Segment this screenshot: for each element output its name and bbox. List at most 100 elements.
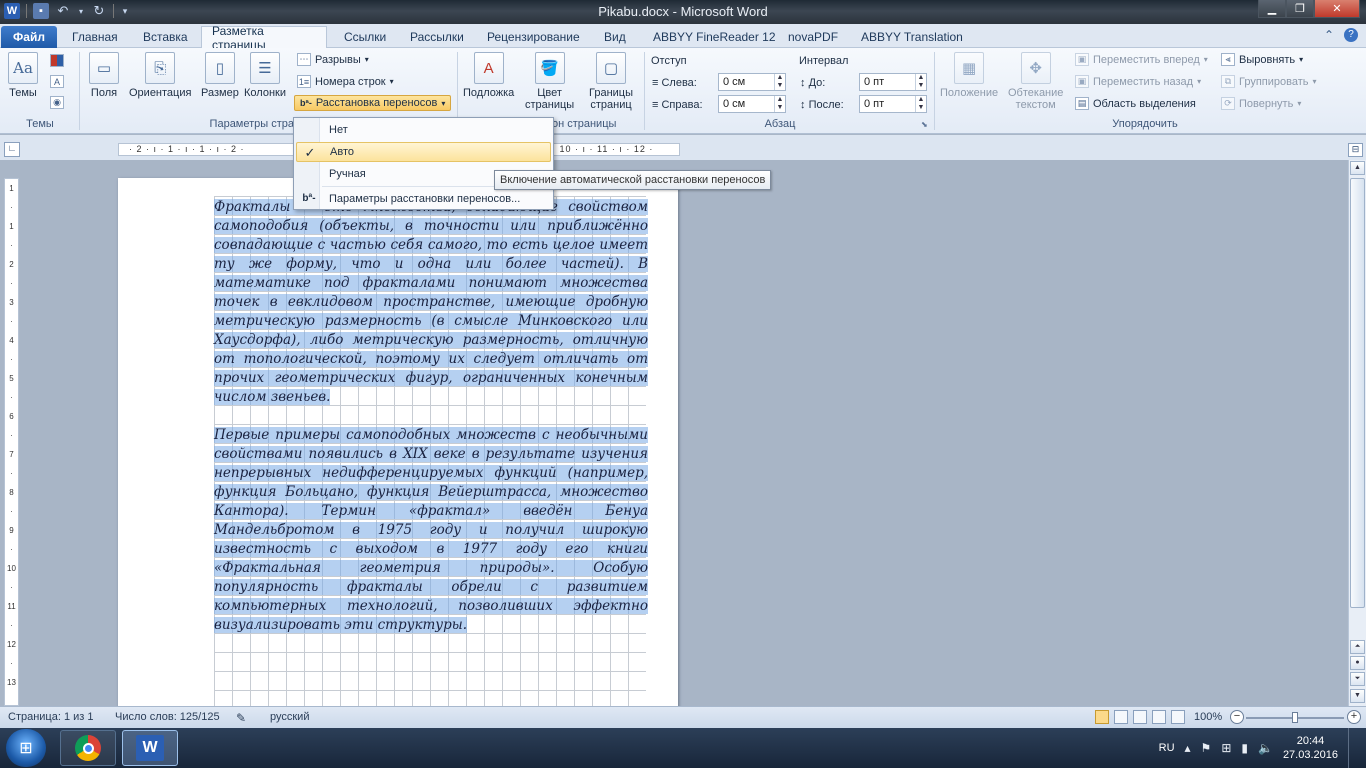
scroll-thumb[interactable] xyxy=(1350,178,1365,608)
proofing-icon[interactable]: ✎ xyxy=(236,711,246,725)
orientation-button[interactable]: ⎘ Ориентация xyxy=(129,52,191,99)
line-numbers-button[interactable]: 1≡ Номера строк ▾ xyxy=(297,75,394,88)
network-icon[interactable]: ▮ xyxy=(1241,741,1248,755)
spinner-icon[interactable]: ▲ ▼ xyxy=(774,74,785,90)
spinner-icon[interactable]: ▲ ▼ xyxy=(915,74,926,90)
action-center-flag-icon[interactable]: ⚑ xyxy=(1201,741,1212,755)
watermark-button[interactable]: A Подложка xyxy=(463,52,514,99)
ruler-mark: 12 xyxy=(7,640,16,649)
size-button[interactable]: ▯ Размер xyxy=(201,52,239,99)
tab-home[interactable]: Главная xyxy=(62,26,128,48)
zoom-in-icon[interactable]: + xyxy=(1347,710,1361,724)
close-button[interactable]: ✕ xyxy=(1314,0,1360,18)
margins-button[interactable]: ▭ Поля xyxy=(89,52,119,99)
full-screen-reading-view-icon[interactable] xyxy=(1114,710,1128,724)
send-backward-button[interactable]: ▣ Переместить назад ▾ xyxy=(1075,75,1201,88)
tab-insert[interactable]: Вставка xyxy=(133,26,198,48)
indent-left-icon: ≡ xyxy=(652,77,659,89)
spacing-after-field[interactable]: 0 пт ▲ ▼ xyxy=(859,95,927,113)
spacing-before-field[interactable]: 0 пт ▲ ▼ xyxy=(859,73,927,91)
position-button[interactable]: ▦ Положение xyxy=(940,52,998,99)
selection-pane-button[interactable]: ▤ Область выделения xyxy=(1075,97,1196,110)
page-color-button[interactable]: 🪣 Цвет страницы xyxy=(525,52,574,111)
page-borders-button[interactable]: ▢ Границы страниц xyxy=(589,52,633,111)
tab-selector-icon[interactable]: ∟ xyxy=(4,142,20,157)
bring-forward-button[interactable]: ▣ Переместить вперед ▾ xyxy=(1075,53,1208,66)
ruler-mark: 8 xyxy=(9,488,14,497)
tab-review[interactable]: Рецензирование xyxy=(477,26,590,48)
ruler-mark: 1 xyxy=(9,222,14,231)
language-indicator[interactable]: русский xyxy=(270,711,309,723)
taskbar-word[interactable]: W xyxy=(122,730,178,766)
rotate-button[interactable]: ⟳ Повернуть ▾ xyxy=(1221,97,1301,110)
previous-page-icon[interactable]: ⏶ xyxy=(1350,640,1365,654)
spinner-icon[interactable]: ▲ ▼ xyxy=(915,96,926,112)
tab-page-layout[interactable]: Разметка страницы xyxy=(201,24,327,52)
hyphenation-button[interactable]: bª- Расстановка переносов ▾ xyxy=(294,95,452,111)
wrap-text-button[interactable]: ✥ Обтекание текстом xyxy=(1008,52,1063,111)
align-button[interactable]: ⫷ Выровнять ▾ xyxy=(1221,53,1303,66)
hyphenation-none-item[interactable]: Нет xyxy=(296,120,551,140)
show-hidden-icons-icon[interactable]: ▴ xyxy=(1185,741,1191,755)
tab-file[interactable]: Файл xyxy=(1,26,57,48)
hyphenation-options-item[interactable]: bª- Параметры расстановки переносов... xyxy=(296,189,551,209)
breaks-icon: ⋯ xyxy=(297,53,311,66)
word-count[interactable]: Число слов: 125/125 xyxy=(115,711,220,723)
tab-mailings[interactable]: Рассылки xyxy=(400,26,474,48)
vertical-ruler[interactable]: 1 · 1 · 2 · 3 · 4 · 5 · 6 · 7 · 8 · 9 · 10 · 11 · 12 · 13 xyxy=(4,178,19,706)
ruler-mark: 4 xyxy=(9,336,14,345)
hyphenation-options-icon: bª- xyxy=(302,193,316,204)
page-count[interactable]: Страница: 1 из 1 xyxy=(8,711,94,723)
browse-object-icon[interactable]: ● xyxy=(1350,656,1365,670)
taskbar-chrome[interactable] xyxy=(60,730,116,766)
zoom-out-icon[interactable]: − xyxy=(1230,710,1244,724)
scroll-down-icon[interactable]: ▼ xyxy=(1350,689,1365,703)
tab-references[interactable]: Ссылки xyxy=(334,26,396,48)
draft-view-icon[interactable] xyxy=(1171,710,1185,724)
web-layout-view-icon[interactable] xyxy=(1133,710,1147,724)
zoom-level[interactable]: 100% xyxy=(1194,711,1222,723)
spinner-icon[interactable]: ▲ ▼ xyxy=(774,96,785,112)
print-layout-view-icon[interactable] xyxy=(1095,710,1109,724)
zoom-slider-handle[interactable] xyxy=(1292,712,1298,723)
tab-abbyy-translation[interactable]: ABBYY Translation xyxy=(851,26,973,48)
theme-effects-button[interactable]: ◉ xyxy=(50,96,64,109)
start-button[interactable]: ⊞ xyxy=(6,729,46,767)
paragraph-2[interactable]: Первые примеры самоподобных множеств с н… xyxy=(214,426,648,635)
view-ruler-icon[interactable]: ⊟ xyxy=(1348,143,1363,157)
show-desktop-button[interactable] xyxy=(1348,728,1358,768)
clock[interactable]: 20:44 27.03.2016 xyxy=(1283,734,1338,762)
help-icon[interactable]: ? xyxy=(1344,28,1358,42)
columns-button[interactable]: ☰ Колонки xyxy=(244,52,286,99)
paragraph-1[interactable]: Фракталы — это множества, обладающие сво… xyxy=(214,198,648,407)
tooltip: Включение автоматической расстановки пер… xyxy=(494,170,772,190)
indent-right-field[interactable]: 0 см ▲ ▼ xyxy=(718,95,786,113)
ruler-mark: · xyxy=(10,583,13,592)
tab-novapdf[interactable]: novaPDF xyxy=(778,26,848,48)
themes-icon: Aa xyxy=(8,52,38,84)
tab-abbyy-finereader[interactable]: ABBYY FineReader 12 xyxy=(643,26,786,48)
minimize-ribbon-icon[interactable]: ⌃ xyxy=(1324,28,1334,42)
group-button[interactable]: ⧉ Группировать ▾ xyxy=(1221,75,1317,88)
scroll-up-icon[interactable]: ▲ xyxy=(1350,161,1365,175)
maximize-button[interactable]: ❐ xyxy=(1286,0,1314,18)
outline-view-icon[interactable] xyxy=(1152,710,1166,724)
hyphenation-auto-item[interactable]: ✓ Авто xyxy=(296,142,551,162)
input-language[interactable]: RU xyxy=(1159,742,1175,754)
spacing-before-label: ↕ До: xyxy=(800,77,826,89)
title-bar: W ▪ ↶ ▾ ↻ ▾ Pikabu.docx - Microsoft Word… xyxy=(0,0,1366,24)
ruler-mark: · xyxy=(10,621,13,630)
tab-view[interactable]: Вид xyxy=(594,26,636,48)
volume-icon[interactable]: 🔈 xyxy=(1258,741,1273,755)
paragraph-dialog-launcher-icon[interactable]: ⬊ xyxy=(921,120,928,129)
next-page-icon[interactable]: ⏷ xyxy=(1350,672,1365,686)
theme-colors-button[interactable] xyxy=(50,54,64,67)
breaks-button[interactable]: ⋯ Разрывы ▾ xyxy=(297,53,369,66)
theme-fonts-button[interactable]: A xyxy=(50,75,64,88)
minimize-button[interactable]: ▁ xyxy=(1258,0,1286,18)
document-page[interactable]: Фракталы — это множества, обладающие сво… xyxy=(118,178,678,706)
themes-button[interactable]: Aa Темы xyxy=(8,52,38,99)
windows-icon[interactable]: ⊞ xyxy=(1221,741,1231,755)
vertical-scrollbar[interactable]: ▲ ⏶ ● ⏷ ▼ xyxy=(1348,160,1366,706)
indent-left-field[interactable]: 0 см ▲ ▼ xyxy=(718,73,786,91)
